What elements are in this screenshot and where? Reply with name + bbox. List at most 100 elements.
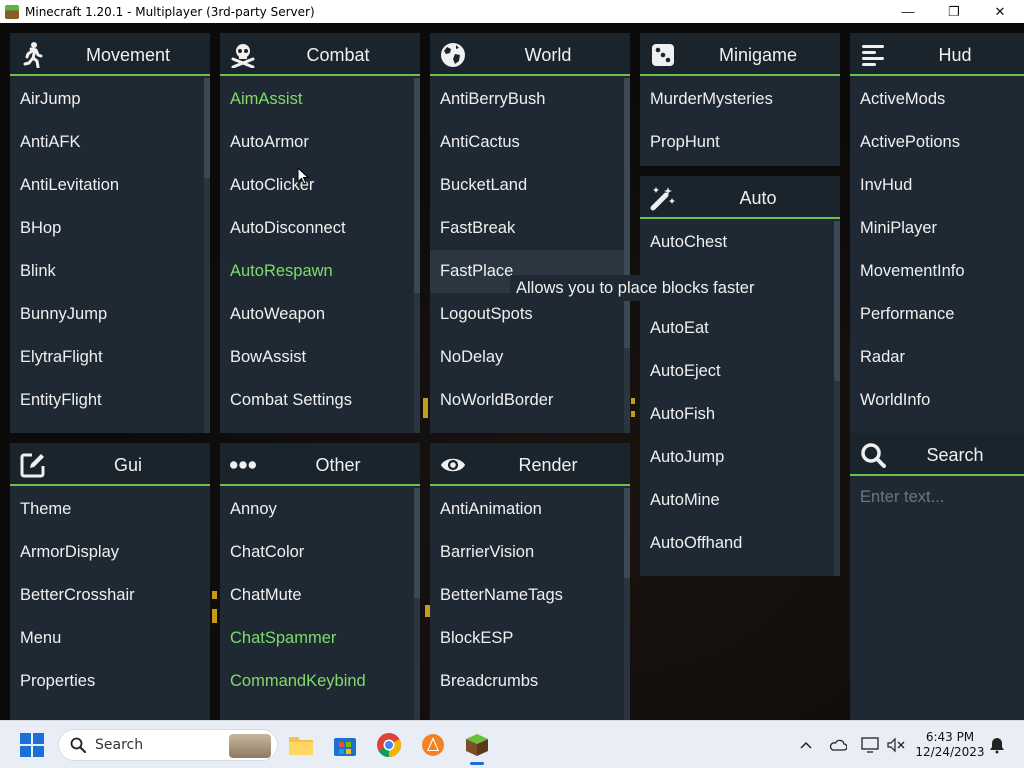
display-icon[interactable] — [860, 735, 880, 755]
chevron-up-icon[interactable] — [796, 735, 816, 755]
module-item[interactable]: Menu — [10, 617, 210, 660]
module-item[interactable]: AutoArmor — [220, 121, 420, 164]
world-fragment — [212, 591, 217, 599]
notification-icon[interactable] — [987, 735, 1007, 755]
chrome-icon[interactable] — [373, 729, 405, 761]
microsoft-store-icon[interactable] — [329, 729, 361, 761]
module-item[interactable]: BlockESP — [430, 617, 630, 660]
panel-header[interactable]: Minigame — [640, 33, 840, 76]
module-item[interactable]: Breadcrumbs — [430, 660, 630, 703]
module-item[interactable]: Theme — [10, 488, 210, 531]
module-item[interactable]: AutoDisconnect — [220, 207, 420, 250]
scrollbar[interactable] — [414, 78, 420, 433]
module-item[interactable]: Radar — [850, 336, 1024, 379]
module-item[interactable]: PropHunt — [640, 121, 840, 164]
module-item[interactable]: NoDelay — [430, 336, 630, 379]
panel-header[interactable]: Other — [220, 443, 420, 486]
module-item[interactable]: Blink — [10, 250, 210, 293]
module-item[interactable]: BetterNameTags — [430, 574, 630, 617]
module-item[interactable]: AutoEject — [640, 350, 840, 393]
panel-header[interactable]: Movement — [10, 33, 210, 76]
close-button[interactable]: ✕ — [977, 0, 1023, 23]
module-item[interactable]: FastBreak — [430, 207, 630, 250]
taskbar: Search 6:43 PM 12/24/2023 — [0, 720, 1024, 768]
module-item[interactable]: Properties — [10, 660, 210, 703]
volume-muted-icon[interactable] — [886, 735, 906, 755]
module-item[interactable]: AutoClicker — [220, 164, 420, 207]
scrollbar[interactable] — [624, 488, 630, 720]
panel-header[interactable]: Search — [850, 433, 1024, 476]
module-item[interactable]: AutoMine — [640, 479, 840, 522]
module-item[interactable]: WorldInfo — [850, 379, 1024, 422]
module-item[interactable]: AntiLevitation — [10, 164, 210, 207]
minecraft-icon[interactable] — [461, 729, 493, 765]
module-item[interactable]: BarrierVision — [430, 531, 630, 574]
module-item[interactable]: BunnyJump — [10, 293, 210, 336]
window-titlebar: Minecraft 1.20.1 - Multiplayer (3rd-part… — [0, 0, 1024, 23]
module-item[interactable]: EntityFlight — [10, 379, 210, 422]
module-item[interactable]: BetterCrosshair — [10, 574, 210, 617]
module-item[interactable]: Combat Settings — [220, 379, 420, 422]
module-item[interactable]: ChatSpammer — [220, 617, 420, 660]
module-item[interactable]: NoWorldBorder — [430, 379, 630, 422]
panel-header[interactable]: Gui — [10, 443, 210, 486]
module-item[interactable]: AirJump — [10, 78, 210, 121]
module-item[interactable]: InvHud — [850, 164, 1024, 207]
vlc-icon[interactable] — [417, 729, 449, 761]
onedrive-cloud-icon[interactable] — [828, 735, 848, 755]
module-item[interactable]: AntiAnimation — [430, 488, 630, 531]
module-item[interactable]: CommandKeybind — [220, 660, 420, 703]
module-item[interactable]: AutoWeapon — [220, 293, 420, 336]
module-item[interactable]: ActiveMods — [850, 78, 1024, 121]
module-item[interactable]: AutoOffhand — [640, 522, 840, 565]
panel-gui: Gui Theme ArmorDisplay BetterCrosshair Menu… — [10, 443, 210, 720]
module-item[interactable]: BucketLand — [430, 164, 630, 207]
module-item[interactable]: ActivePotions — [850, 121, 1024, 164]
module-item[interactable]: ChatMute — [220, 574, 420, 617]
module-item[interactable]: BowAssist — [220, 336, 420, 379]
panel-header[interactable]: Render — [430, 443, 630, 486]
module-item[interactable]: AutoJump — [640, 436, 840, 479]
panel-title: World — [524, 45, 572, 65]
module-item[interactable]: Performance — [850, 293, 1024, 336]
module-item[interactable]: AntiAFK — [10, 121, 210, 164]
module-item[interactable]: Annoy — [220, 488, 420, 531]
module-item[interactable]: MiniPlayer — [850, 207, 1024, 250]
panel-title: Render — [518, 455, 578, 475]
search-icon — [860, 442, 886, 468]
panel-header[interactable]: Auto — [640, 176, 840, 219]
game-viewport[interactable]: Movement AirJump AntiAFK AntiLevitation BHo… — [0, 23, 1024, 720]
start-button[interactable] — [20, 733, 44, 757]
maximize-button[interactable]: ❐ — [931, 0, 977, 23]
search-icon — [69, 736, 87, 754]
scrollbar[interactable] — [834, 221, 840, 576]
module-item[interactable]: AutoChest — [640, 221, 840, 264]
panel-combat: Combat AimAssist AutoArmor AutoClicker Auto… — [220, 33, 420, 433]
panel-header[interactable]: Hud — [850, 33, 1024, 76]
panel-title: Other — [315, 455, 361, 475]
module-item[interactable]: ChatColor — [220, 531, 420, 574]
scrollbar[interactable] — [624, 78, 630, 433]
module-item[interactable]: MurderMysteries — [640, 78, 840, 121]
module-item[interactable]: AutoRespawn — [220, 250, 420, 293]
module-item[interactable]: ArmorDisplay — [10, 531, 210, 574]
module-item[interactable]: AntiCactus — [430, 121, 630, 164]
panel-title: Minigame — [718, 45, 798, 65]
scrollbar[interactable] — [414, 488, 420, 720]
module-item[interactable]: AutoEat — [640, 307, 840, 350]
file-explorer-icon[interactable] — [285, 729, 317, 761]
module-item[interactable]: AutoFish — [640, 393, 840, 436]
module-item[interactable]: MovementInfo — [850, 250, 1024, 293]
panel-header[interactable]: Combat — [220, 33, 420, 76]
module-list: AntiAnimation BarrierVision BetterNameTags… — [430, 488, 630, 703]
module-item[interactable]: BHop — [10, 207, 210, 250]
panel-header[interactable]: World — [430, 33, 630, 76]
taskbar-search-box[interactable]: Search — [58, 729, 278, 761]
minimize-button[interactable]: — — [885, 0, 931, 23]
scrollbar[interactable] — [204, 78, 210, 433]
search-input[interactable]: Enter text... — [860, 488, 944, 507]
module-item[interactable]: ElytraFlight — [10, 336, 210, 379]
module-item[interactable]: AimAssist — [220, 78, 420, 121]
module-item[interactable]: AntiBerryBush — [430, 78, 630, 121]
taskbar-clock[interactable]: 6:43 PM 12/24/2023 — [914, 730, 986, 760]
